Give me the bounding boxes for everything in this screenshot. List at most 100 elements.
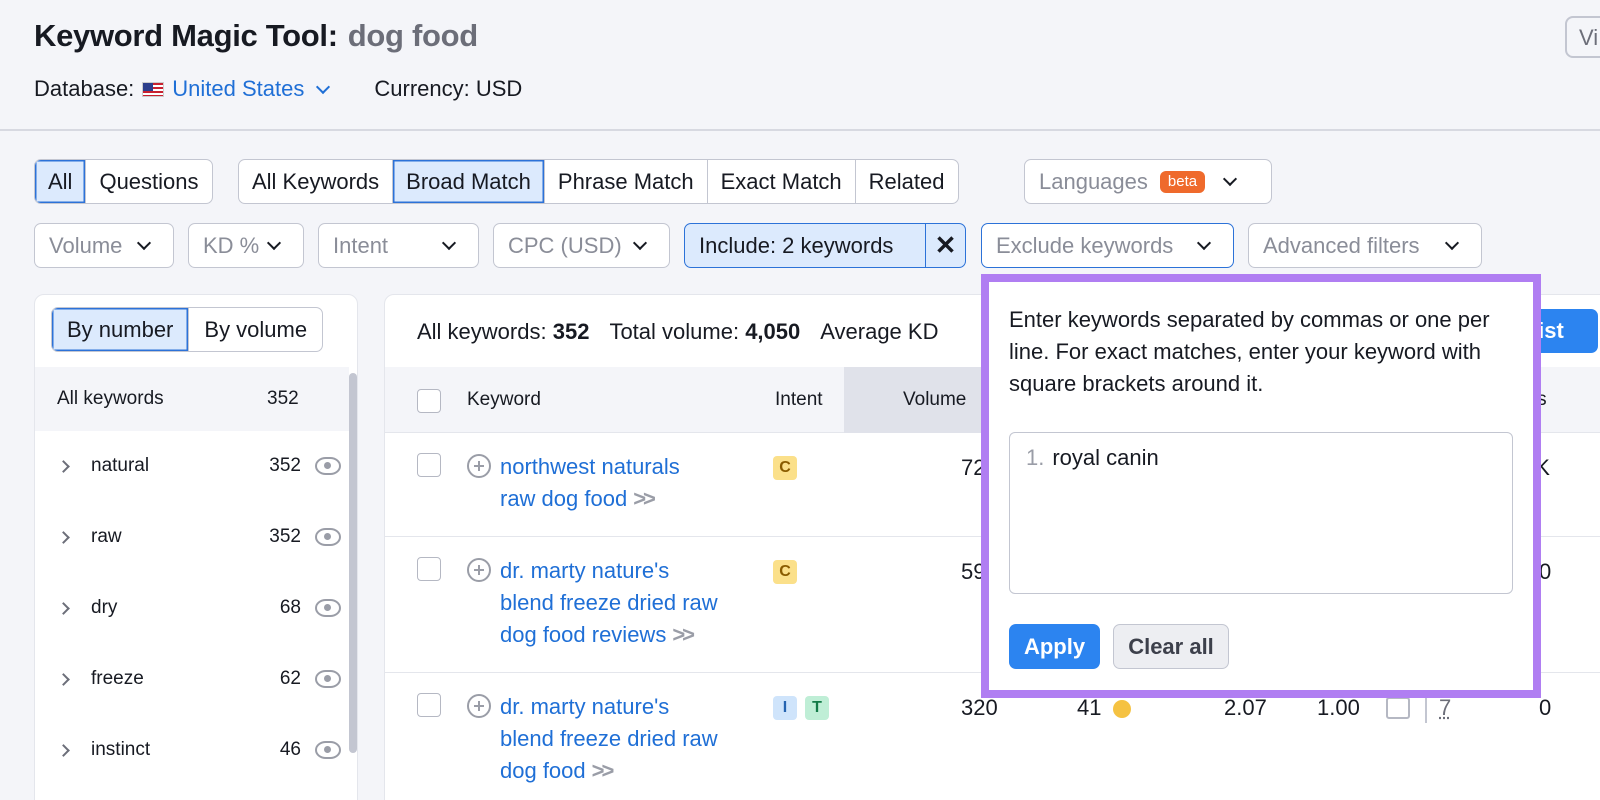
column-volume[interactable]: Volume bbox=[903, 389, 966, 411]
group-count: 352 bbox=[269, 526, 301, 547]
tab-all-keywords[interactable]: All Keywords bbox=[239, 160, 394, 203]
group-count: 68 bbox=[279, 597, 301, 618]
by-number-button[interactable]: By number bbox=[52, 308, 190, 351]
keyword-link[interactable]: northwest naturals raw dog food >> bbox=[500, 451, 750, 515]
column-keyword[interactable]: Keyword bbox=[467, 389, 541, 411]
tab-all[interactable]: All bbox=[35, 160, 87, 203]
keyword-link[interactable]: dr. marty nature's blend freeze dried ra… bbox=[500, 691, 750, 787]
add-keyword-icon[interactable] bbox=[467, 558, 491, 582]
apply-button[interactable]: Apply bbox=[1009, 624, 1100, 669]
keyword-line: dog food bbox=[500, 758, 586, 783]
add-keyword-icon[interactable] bbox=[467, 454, 491, 478]
group-count: 62 bbox=[279, 668, 301, 689]
clear-include-button[interactable]: ✕ bbox=[925, 224, 965, 267]
intent-badge-commercial: C bbox=[773, 456, 797, 480]
group-sort-toggle: By number By volume bbox=[51, 307, 324, 352]
group-item[interactable]: natural 352 bbox=[35, 441, 349, 491]
tab-questions[interactable]: Questions bbox=[86, 160, 211, 203]
volume-filter-label: Volume bbox=[49, 232, 123, 258]
group-name: freeze bbox=[91, 668, 144, 689]
chevron-down-icon bbox=[136, 235, 152, 251]
include-keywords-filter[interactable]: Include: 2 keywords ✕ bbox=[684, 223, 966, 268]
results-value: 0 bbox=[1539, 695, 1552, 720]
row-checkbox[interactable] bbox=[417, 557, 441, 581]
intent-filter[interactable]: Intent bbox=[318, 223, 479, 268]
kd-value: 41 bbox=[1077, 695, 1102, 720]
double-chevron-right-icon[interactable]: >> bbox=[672, 622, 695, 647]
eye-icon[interactable] bbox=[315, 741, 341, 759]
keywords-summary: All keywords: 352 Total volume: 4,050 Av… bbox=[417, 319, 938, 345]
divider bbox=[1425, 695, 1427, 723]
exclude-keywords-textarea[interactable]: 1. royal canin bbox=[1009, 432, 1513, 594]
group-name: natural bbox=[91, 455, 150, 476]
cpc-value: 2.07 bbox=[1224, 695, 1267, 720]
database-row: Database: United States Currency: USD bbox=[34, 76, 522, 102]
languages-label: Languages bbox=[1039, 168, 1148, 194]
eye-icon[interactable] bbox=[315, 528, 341, 546]
select-all-checkbox[interactable] bbox=[417, 389, 441, 413]
exclude-instructions: Enter keywords separated by commas or on… bbox=[1009, 307, 1490, 396]
chevron-down-icon bbox=[1444, 235, 1460, 251]
tab-exact-match[interactable]: Exact Match bbox=[708, 160, 856, 203]
group-item[interactable]: dry 68 bbox=[35, 583, 349, 633]
tab-phrase-match[interactable]: Phrase Match bbox=[545, 160, 708, 203]
group-all-keywords[interactable]: All keywords 352 bbox=[35, 367, 349, 431]
group-name: dry bbox=[91, 597, 118, 618]
group-item[interactable]: raw 352 bbox=[35, 512, 349, 562]
languages-dropdown[interactable]: Languages beta bbox=[1024, 159, 1272, 204]
chevron-right-icon[interactable] bbox=[57, 601, 70, 615]
page-header: Keyword Magic Tool: dog food Database: Un… bbox=[0, 0, 1600, 131]
chevron-right-icon[interactable] bbox=[57, 459, 70, 473]
us-flag-icon bbox=[142, 81, 165, 97]
group-name: raw bbox=[91, 526, 122, 547]
database-selector[interactable]: United States bbox=[172, 76, 334, 102]
double-chevron-right-icon[interactable]: >> bbox=[633, 486, 656, 511]
tab-broad-match[interactable]: Broad Match bbox=[393, 160, 545, 203]
chevron-right-icon[interactable] bbox=[57, 672, 70, 686]
chevron-down-icon bbox=[1196, 235, 1212, 251]
kd-filter[interactable]: KD % bbox=[188, 223, 304, 268]
cpc-filter[interactable]: CPC (USD) bbox=[493, 223, 670, 268]
add-keyword-icon[interactable] bbox=[467, 694, 491, 718]
tab-related[interactable]: Related bbox=[856, 160, 958, 203]
page-title: Keyword Magic Tool: dog food bbox=[34, 18, 478, 54]
group-item[interactable]: freeze 62 bbox=[35, 654, 349, 704]
eye-icon[interactable] bbox=[315, 457, 341, 475]
keyword-groups-sidebar: By number By volume All keywords 352 nat… bbox=[34, 294, 358, 800]
intent-badge-informational: I bbox=[773, 696, 797, 720]
intent-badge-commercial: C bbox=[773, 560, 797, 584]
sidebar-scrollbar[interactable] bbox=[349, 373, 357, 753]
chevron-right-icon[interactable] bbox=[57, 530, 70, 544]
chevron-down-icon bbox=[1223, 171, 1238, 187]
eye-icon[interactable] bbox=[315, 670, 341, 688]
row-checkbox[interactable] bbox=[417, 453, 441, 477]
chevron-down-icon bbox=[441, 235, 457, 251]
line-number: 1. bbox=[1026, 445, 1045, 470]
chevron-down-icon bbox=[266, 235, 282, 251]
column-intent[interactable]: Intent bbox=[775, 389, 823, 411]
intent-badge-transactional: T bbox=[805, 696, 829, 720]
keyword-line: blend freeze dried raw bbox=[500, 590, 718, 615]
row-checkbox[interactable] bbox=[417, 693, 441, 717]
chevron-right-icon[interactable] bbox=[57, 743, 70, 757]
type-tabs: All Questions bbox=[34, 159, 213, 204]
group-all-count: 352 bbox=[267, 388, 299, 409]
group-count: 46 bbox=[279, 739, 301, 760]
eye-icon[interactable] bbox=[315, 599, 341, 617]
volume-filter[interactable]: Volume bbox=[34, 223, 174, 268]
view-button[interactable]: Vi bbox=[1565, 16, 1600, 58]
clear-all-button[interactable]: Clear all bbox=[1113, 624, 1229, 669]
keyword-link[interactable]: dr. marty nature's blend freeze dried ra… bbox=[500, 555, 750, 651]
competition-value: 1.00 bbox=[1317, 695, 1360, 720]
keyword-line: raw dog food bbox=[500, 486, 628, 511]
advanced-filters[interactable]: Advanced filters bbox=[1248, 223, 1482, 268]
keyword-line: northwest naturals bbox=[500, 454, 680, 479]
exclude-keywords-filter[interactable]: Exclude keywords bbox=[981, 223, 1234, 268]
exclude-filter-label: Exclude keywords bbox=[996, 232, 1174, 258]
by-volume-button[interactable]: By volume bbox=[189, 308, 322, 351]
double-chevron-right-icon[interactable]: >> bbox=[592, 758, 615, 783]
volume-value: 320 bbox=[961, 695, 998, 720]
serp-preview-icon[interactable] bbox=[1386, 697, 1410, 719]
group-item[interactable]: instinct 46 bbox=[35, 725, 349, 775]
serp-features-count[interactable]: 7 bbox=[1439, 695, 1451, 721]
